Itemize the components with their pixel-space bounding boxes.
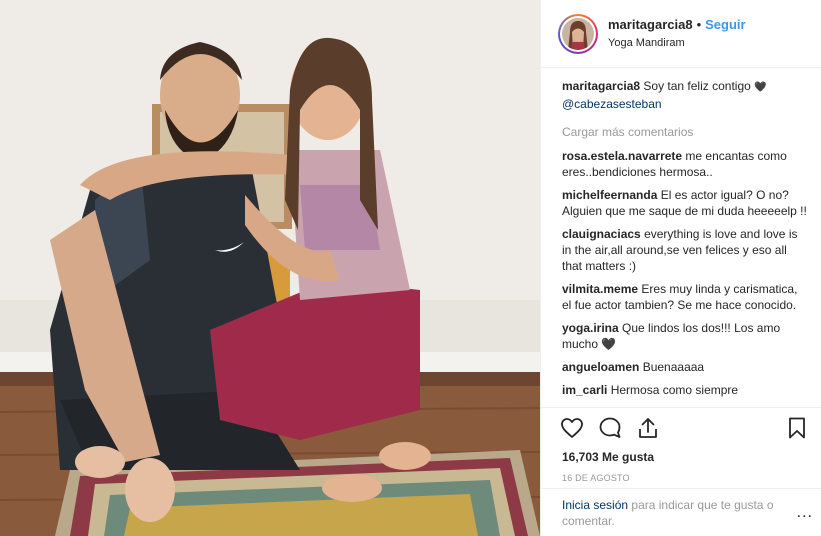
comment-item: yoga.irina Que lindos los dos!!! Los amo… xyxy=(562,320,807,352)
likes-count[interactable]: 16,703 Me gusta xyxy=(541,448,821,464)
comment-icon[interactable] xyxy=(598,416,622,440)
comment-username[interactable]: angueloamen xyxy=(562,360,639,374)
username-link[interactable]: maritagarcia8 xyxy=(608,16,693,34)
comment-item: vilmita.meme Eres muy linda y carismatic… xyxy=(562,281,807,313)
separator-dot: • xyxy=(696,16,702,32)
post-side-panel: maritagarcia8 • Seguir Yoga Mandiram mar… xyxy=(540,0,821,536)
bookmark-icon[interactable] xyxy=(785,416,809,440)
comment-item: im_carli Hermosa como siempre xyxy=(562,382,807,398)
comment-username[interactable]: michelfeernanda xyxy=(562,188,657,202)
heart-icon[interactable] xyxy=(560,416,584,440)
caption-text: Soy tan feliz contigo xyxy=(643,79,751,93)
comment-item: michelfeernanda El es actor igual? O no?… xyxy=(562,187,807,219)
comment-text: Buenaaaaa xyxy=(642,360,705,374)
comment-item: angueloamen Buenaaaaa xyxy=(562,359,807,375)
location-link[interactable]: Yoga Mandiram xyxy=(608,34,746,52)
comment-username[interactable]: yoga.irina xyxy=(562,321,619,335)
comment-username[interactable]: im_carli xyxy=(562,383,607,397)
caption-username[interactable]: maritagarcia8 xyxy=(562,79,640,93)
login-link[interactable]: Inicia sesión xyxy=(562,498,628,512)
comment-item: rosa.estela.navarrete me encantas como e… xyxy=(562,148,807,180)
load-more-comments-button[interactable]: Cargar más comentarios xyxy=(562,125,807,139)
comment-username[interactable]: vilmita.meme xyxy=(562,282,638,296)
caption-mention[interactable]: @cabezasesteban xyxy=(562,97,662,111)
couple-photo xyxy=(0,0,540,536)
comments-list[interactable]: maritagarcia8 Soy tan feliz contigo 🖤 @c… xyxy=(541,68,821,408)
comment-username[interactable]: rosa.estela.navarrete xyxy=(562,149,682,163)
comment-item: clauignaciacs everything is love and lov… xyxy=(562,226,807,274)
avatar[interactable] xyxy=(558,13,598,54)
more-options-button[interactable]: ... xyxy=(797,504,813,522)
post-date: 16 DE AGOSTO xyxy=(562,473,630,483)
login-prompt: Inicia sesión para indicar que te gusta … xyxy=(541,488,821,536)
post-header: maritagarcia8 • Seguir Yoga Mandiram xyxy=(541,0,821,68)
comment-username[interactable]: clauignaciacs xyxy=(562,227,641,241)
comment-text: Hermosa como siempre xyxy=(610,383,739,397)
follow-button[interactable]: Seguir xyxy=(705,16,745,34)
action-bar xyxy=(541,408,821,448)
post-modal: maritagarcia8 • Seguir Yoga Mandiram mar… xyxy=(0,0,821,536)
avatar-photo xyxy=(562,17,594,50)
caption: maritagarcia8 Soy tan feliz contigo 🖤 @c… xyxy=(562,78,807,112)
post-photo[interactable] xyxy=(0,0,540,536)
share-icon[interactable] xyxy=(636,416,660,440)
black-heart-icon: 🖤 xyxy=(754,82,767,93)
